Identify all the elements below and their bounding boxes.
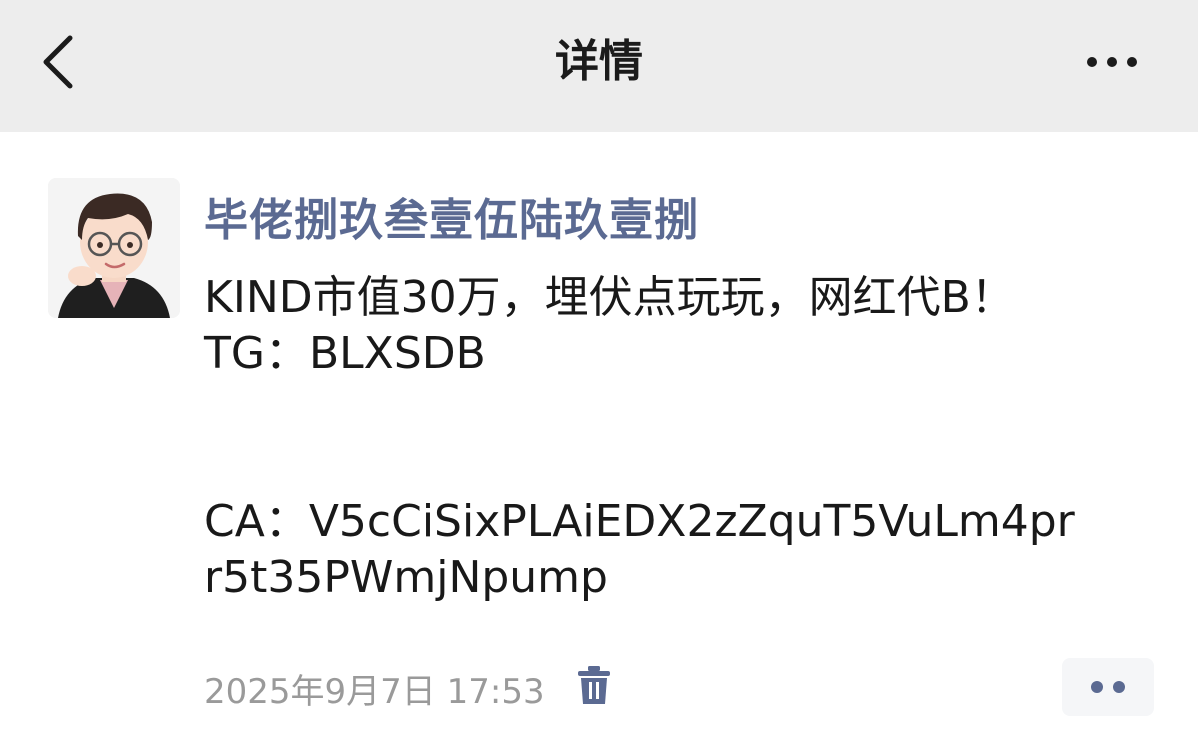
trash-icon bbox=[578, 666, 610, 704]
post-line: TG：BLXSDB bbox=[204, 328, 486, 379]
author-name[interactable]: 毕佬捌玖叁壹伍陆玖壹捌 bbox=[204, 184, 699, 248]
post-line: r5t35PWmjNpump bbox=[204, 552, 608, 603]
cartoon-avatar-icon bbox=[48, 178, 180, 318]
navigation-bar: 详情 bbox=[0, 0, 1198, 132]
more-button[interactable] bbox=[1080, 44, 1144, 80]
post-line: CA：V5cCiSixPLAiEDX2zZquT5VuLm4pr bbox=[204, 496, 1075, 547]
page-title: 详情 bbox=[555, 36, 643, 87]
two-dots-icon bbox=[1091, 681, 1125, 693]
post-content: KIND市值30万，埋伏点玩玩，网红代B！ TG：BLXSDB CA：V5cCi… bbox=[204, 270, 1164, 606]
post-timestamp: 2025年9月7日 17:53 bbox=[204, 672, 545, 712]
post-line: KIND市值30万，埋伏点玩玩，网红代B！ bbox=[204, 272, 1015, 323]
more-horizontal-icon bbox=[1087, 57, 1137, 67]
avatar[interactable] bbox=[48, 178, 180, 318]
delete-button[interactable] bbox=[576, 664, 612, 706]
comment-button[interactable] bbox=[1062, 658, 1154, 716]
